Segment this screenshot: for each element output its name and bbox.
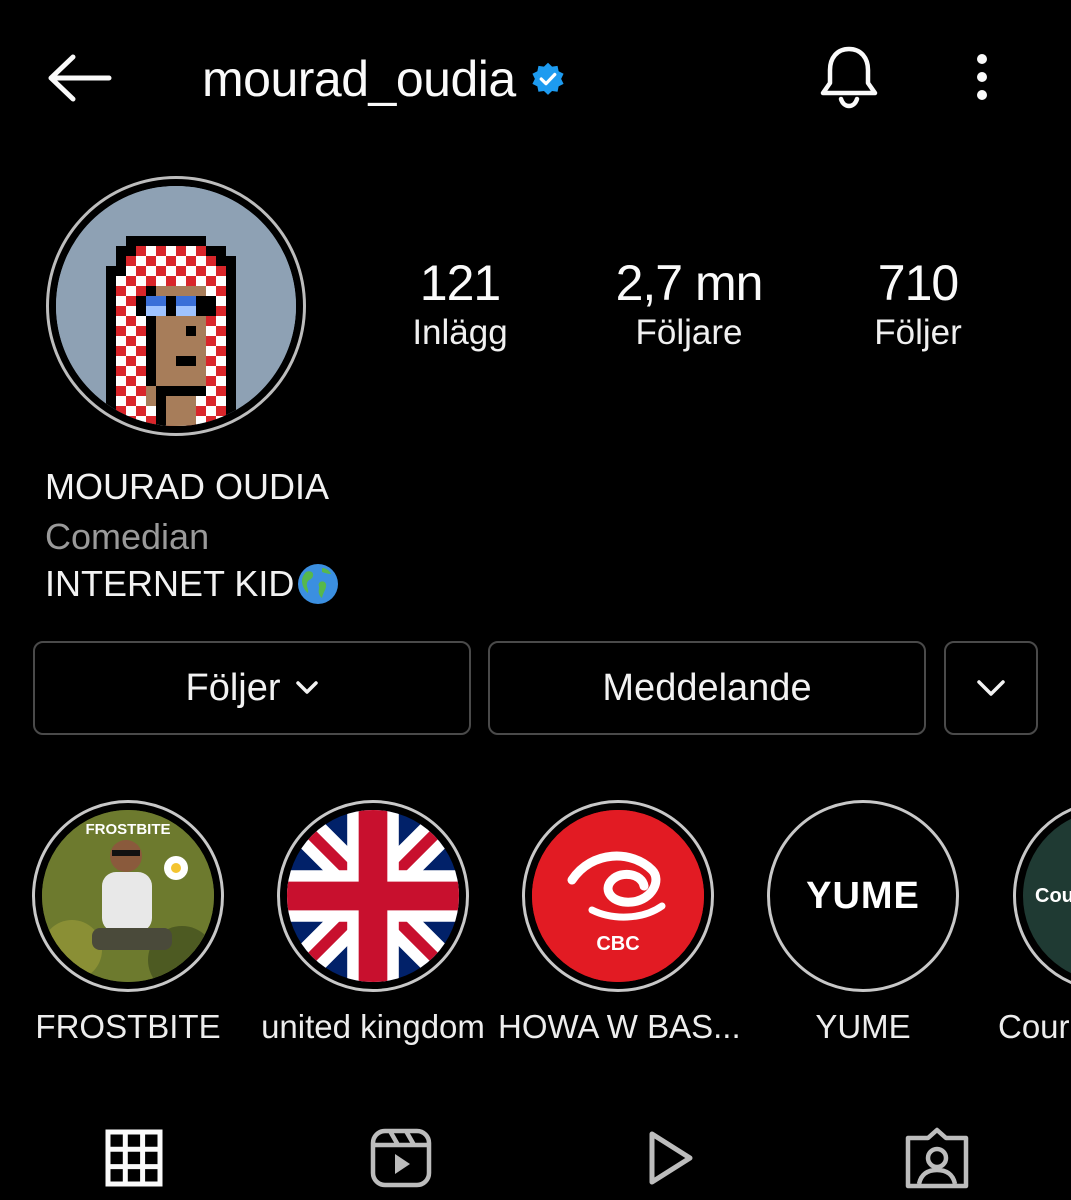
highlight-cover-yume: YUME (777, 810, 949, 982)
followers-label: Följare (635, 313, 743, 352)
bell-icon (820, 46, 878, 109)
photo-cover-icon: FROSTBITE (42, 810, 214, 982)
uk-flag-icon (287, 810, 459, 982)
more-options-button[interactable] (956, 44, 1008, 110)
highlight-ring: CBC (522, 800, 714, 992)
message-button-label: Meddelande (602, 666, 812, 709)
tab-videos[interactable] (630, 1118, 710, 1198)
stat-following[interactable]: 710 Följer (808, 254, 1028, 354)
cbc-cover-text: CBC (596, 933, 639, 955)
posts-count: 121 (419, 255, 501, 311)
followers-count: 2,7 mn (615, 255, 764, 311)
highlight-ring: Cou (1013, 800, 1071, 992)
back-button[interactable] (40, 48, 116, 108)
cbc-logo-icon: CBC (532, 810, 704, 982)
globe-emoji-icon (298, 564, 339, 604)
following-button-label: Följer (185, 666, 281, 709)
highlight-cover-uk (287, 810, 459, 982)
highlight-united-kingdom[interactable]: united kingdom (253, 800, 493, 1046)
avatar-image (56, 186, 296, 426)
highlight-label: FROSTBITE (35, 1008, 221, 1045)
reels-icon (370, 1128, 432, 1188)
username: mourad_oudia (202, 51, 516, 107)
highlight-cover-frostbite: FROSTBITE (42, 810, 214, 982)
profile-avatar[interactable] (46, 176, 306, 436)
highlight-howa-w-bas[interactable]: CBC HOWA W BAS... (498, 800, 741, 1046)
profile-header: mourad_oudia (0, 0, 1071, 160)
chevron-down-icon (977, 680, 1005, 696)
bio-text-label: INTERNET KID (45, 563, 295, 604)
grid-icon (105, 1129, 163, 1187)
highlight-cover-howa: CBC (532, 810, 704, 982)
verified-badge-icon (532, 62, 564, 95)
cour-cover-text: Cou (1035, 884, 1071, 907)
tab-posts-grid[interactable] (94, 1118, 174, 1198)
tab-reels[interactable] (361, 1118, 441, 1198)
bio-name: MOURAD OUDIA (45, 466, 330, 507)
bio-category: Comedian (45, 516, 210, 557)
chevron-down-icon (295, 681, 318, 694)
highlight-yume[interactable]: YUME YUME (743, 800, 983, 1046)
notifications-button[interactable] (812, 38, 886, 114)
suggested-accounts-button[interactable] (944, 641, 1038, 735)
highlight-cover-cour: Cou (1023, 810, 1071, 982)
highlight-label: united kingdom (261, 1008, 485, 1045)
highlight-cour[interactable]: Cou Cour (988, 800, 1071, 1046)
highlight-frostbite[interactable]: FROSTBITE FROSTBITE (8, 800, 248, 1046)
arrow-left-icon (48, 54, 112, 102)
following-button[interactable]: Följer (33, 641, 471, 735)
highlight-label: HOWA W BAS... (498, 1008, 741, 1045)
frostbite-cover-text: FROSTBITE (86, 821, 171, 838)
following-count: 710 (877, 255, 959, 311)
more-vertical-icon (977, 54, 987, 100)
tagged-icon (905, 1127, 969, 1189)
highlight-label: YUME (815, 1008, 911, 1045)
highlight-label: Cour (998, 1008, 1070, 1045)
pixel-avatar-icon (56, 186, 296, 426)
highlight-ring: YUME (767, 800, 959, 992)
following-label: Följer (874, 313, 962, 352)
yume-cover-text: YUME (806, 874, 920, 917)
message-button[interactable]: Meddelande (488, 641, 926, 735)
posts-label: Inlägg (412, 313, 508, 352)
bio-text: INTERNET KID (45, 562, 340, 606)
highlight-ring (277, 800, 469, 992)
stat-posts[interactable]: 121 Inlägg (350, 254, 570, 354)
username-title: mourad_oudia (202, 44, 566, 114)
play-icon (649, 1131, 693, 1185)
stat-followers[interactable]: 2,7 mn Följare (579, 254, 799, 354)
highlight-ring: FROSTBITE (32, 800, 224, 992)
tab-tagged[interactable] (897, 1118, 977, 1198)
